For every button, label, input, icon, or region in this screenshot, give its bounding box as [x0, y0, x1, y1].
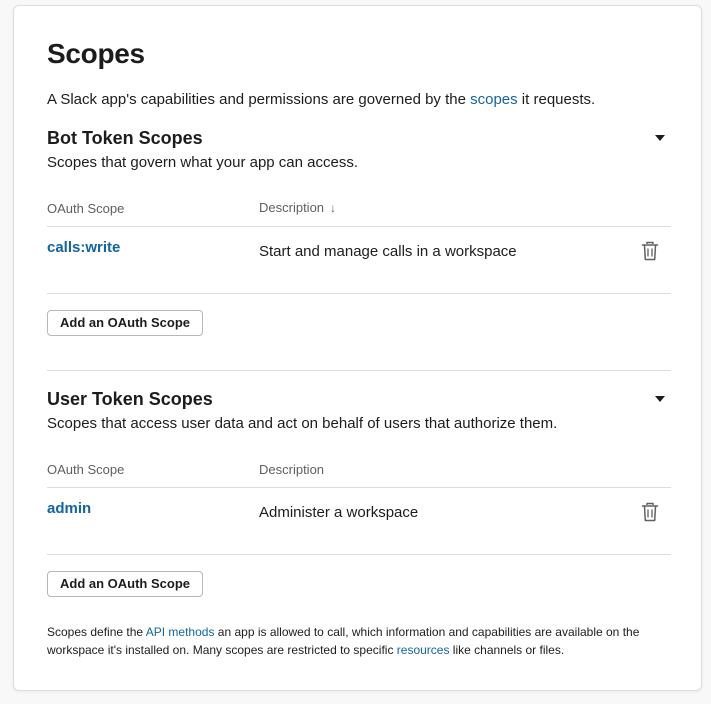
divider: [47, 293, 671, 294]
arrow-down-icon: ↓: [330, 201, 337, 215]
scope-description: Start and manage calls in a workspace: [259, 243, 517, 260]
scope-name-admin[interactable]: admin: [47, 500, 91, 517]
scopes-card: Scopes A Slack app's capabilities and pe…: [13, 5, 702, 691]
trash-icon[interactable]: [641, 502, 659, 522]
bot-scopes-title: Bot Token Scopes: [47, 128, 203, 148]
add-oauth-scope-button-user[interactable]: Add an OAuth Scope: [47, 571, 203, 597]
footer-note: Scopes define the API methods an app is …: [47, 625, 640, 657]
user-scopes-subtitle: Scopes that access user data and act on …: [47, 415, 558, 432]
bot-col-oauth-scope: OAuth Scope: [47, 201, 125, 216]
resources-link[interactable]: resources: [397, 643, 450, 657]
scopes-link[interactable]: scopes: [470, 91, 518, 108]
caret-down-icon[interactable]: [655, 396, 665, 402]
add-oauth-scope-button-bot[interactable]: Add an OAuth Scope: [47, 310, 203, 336]
divider: [47, 554, 671, 555]
intro-text: A Slack app's capabilities and permissio…: [47, 91, 596, 108]
trash-icon[interactable]: [641, 241, 659, 261]
api-methods-link[interactable]: API methods: [146, 625, 215, 639]
user-col-description[interactable]: Description: [259, 462, 324, 477]
caret-down-icon[interactable]: [655, 135, 665, 141]
divider: [47, 487, 671, 488]
section-divider: [47, 370, 671, 371]
user-col-oauth-scope: OAuth Scope: [47, 462, 125, 477]
page-title: Scopes: [47, 38, 145, 69]
scope-description: Administer a workspace: [259, 504, 419, 521]
bot-col-description[interactable]: Description ↓: [259, 200, 336, 215]
bot-scopes-subtitle: Scopes that govern what your app can acc…: [47, 154, 359, 171]
scope-name-calls-write[interactable]: calls:write: [47, 239, 120, 256]
user-scopes-title: User Token Scopes: [47, 389, 213, 409]
divider: [47, 226, 671, 227]
